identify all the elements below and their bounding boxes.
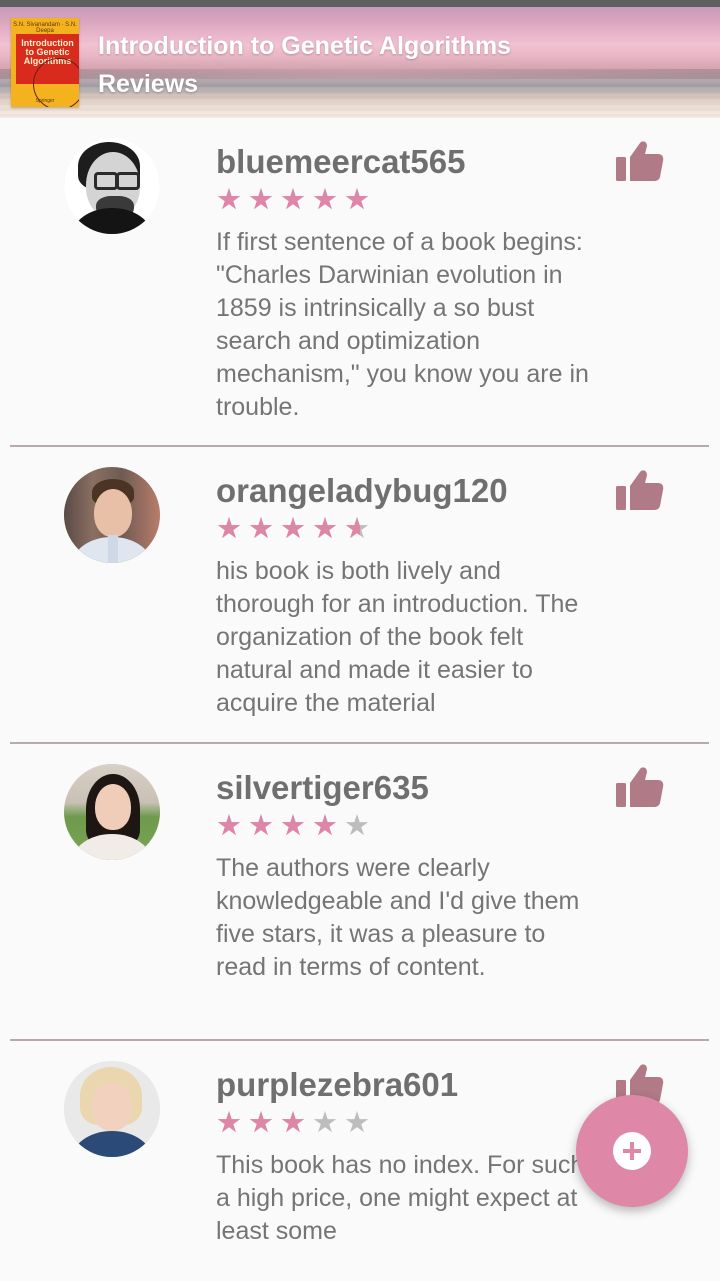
star-icon: ★ — [312, 1105, 338, 1139]
page-title: Introduction to Genetic Algorithms Revie… — [98, 27, 698, 103]
app-header: S.N. Sivanandam · S.N. Deepa Introductio… — [0, 7, 720, 118]
review-text: If first sentence of a book begins: "Cha… — [216, 228, 589, 421]
review-text: This book has no index. For such a high … — [216, 1151, 585, 1245]
reviewer-username: silvertiger635 — [216, 769, 429, 806]
review-text: his book is both lively and thorough for… — [216, 557, 579, 717]
star-rating: ★ ★ ★ ★ ★ ★ ★ ★ ★ — [216, 811, 376, 841]
star-icon: ★ ★ — [216, 808, 242, 842]
thumbs-up-icon[interactable] — [614, 765, 664, 809]
star-icon: ★ ★ — [280, 182, 306, 216]
star-rating: ★ ★ ★ ★ ★ ★ ★ ★ ★ ★ — [216, 185, 376, 215]
reviewer-username: bluemeercat565 — [216, 143, 466, 180]
star-icon: ★ — [344, 808, 370, 842]
star-icon: ★ ★ — [312, 808, 338, 842]
book-cover-image: S.N. Sivanandam · S.N. Deepa Introductio… — [11, 18, 79, 107]
cover-publisher: Springer — [35, 98, 55, 104]
review-item: orangeladybug120 ★ ★ ★ ★ ★ ★ ★ ★ ★ ★ his book is … — [0, 447, 720, 744]
star-rating: ★ ★ ★ ★ ★ ★ ★ ★ — [216, 1108, 376, 1138]
star-icon: ★ ★ — [280, 808, 306, 842]
star-icon: ★ ★ — [344, 182, 370, 216]
page-title-line1: Introduction to Genetic Algorithms — [98, 32, 511, 60]
reviewer-avatar — [64, 764, 160, 860]
cover-authors: S.N. Sivanandam · S.N. Deepa — [13, 22, 77, 34]
review-item: bluemeercat565 ★ ★ ★ ★ ★ ★ ★ ★ ★ ★ If first sente… — [0, 118, 720, 447]
star-icon: ★ ★ — [312, 511, 338, 545]
star-icon: ★ ★ — [312, 182, 338, 216]
star-icon: ★ ★ — [216, 182, 242, 216]
star-icon: ★ ★ — [248, 511, 274, 545]
star-icon: ★ ★ — [248, 808, 274, 842]
review-item: silvertiger635 ★ ★ ★ ★ ★ ★ ★ ★ ★ The authors wer… — [0, 744, 720, 1041]
reviewer-avatar — [64, 1061, 160, 1157]
star-icon: ★ ★ — [216, 511, 242, 545]
reviewer-avatar — [64, 467, 160, 563]
review-text: The authors were clearly knowledgeable a… — [216, 854, 580, 981]
star-icon: ★ ★ — [216, 1105, 242, 1139]
status-bar — [0, 0, 720, 7]
star-icon: ★ — [344, 1105, 370, 1139]
thumbs-up-icon[interactable] — [614, 468, 664, 512]
star-rating: ★ ★ ★ ★ ★ ★ ★ ★ ★ ★ — [216, 514, 376, 544]
star-icon: ★ ★ — [280, 1105, 306, 1139]
reviewer-avatar — [64, 138, 160, 234]
star-icon: ★ ★ — [248, 182, 274, 216]
add-icon — [613, 1132, 651, 1170]
thumbs-up-icon[interactable] — [614, 139, 664, 183]
star-icon: ★ ★ — [248, 1105, 274, 1139]
page-title-line2: Reviews — [98, 70, 199, 98]
add-review-button[interactable] — [576, 1095, 688, 1207]
reviewer-username: purplezebra601 — [216, 1066, 459, 1103]
reviewer-username: orangeladybug120 — [216, 472, 508, 509]
star-icon: ★ ★ — [344, 511, 370, 545]
star-icon: ★ ★ — [280, 511, 306, 545]
